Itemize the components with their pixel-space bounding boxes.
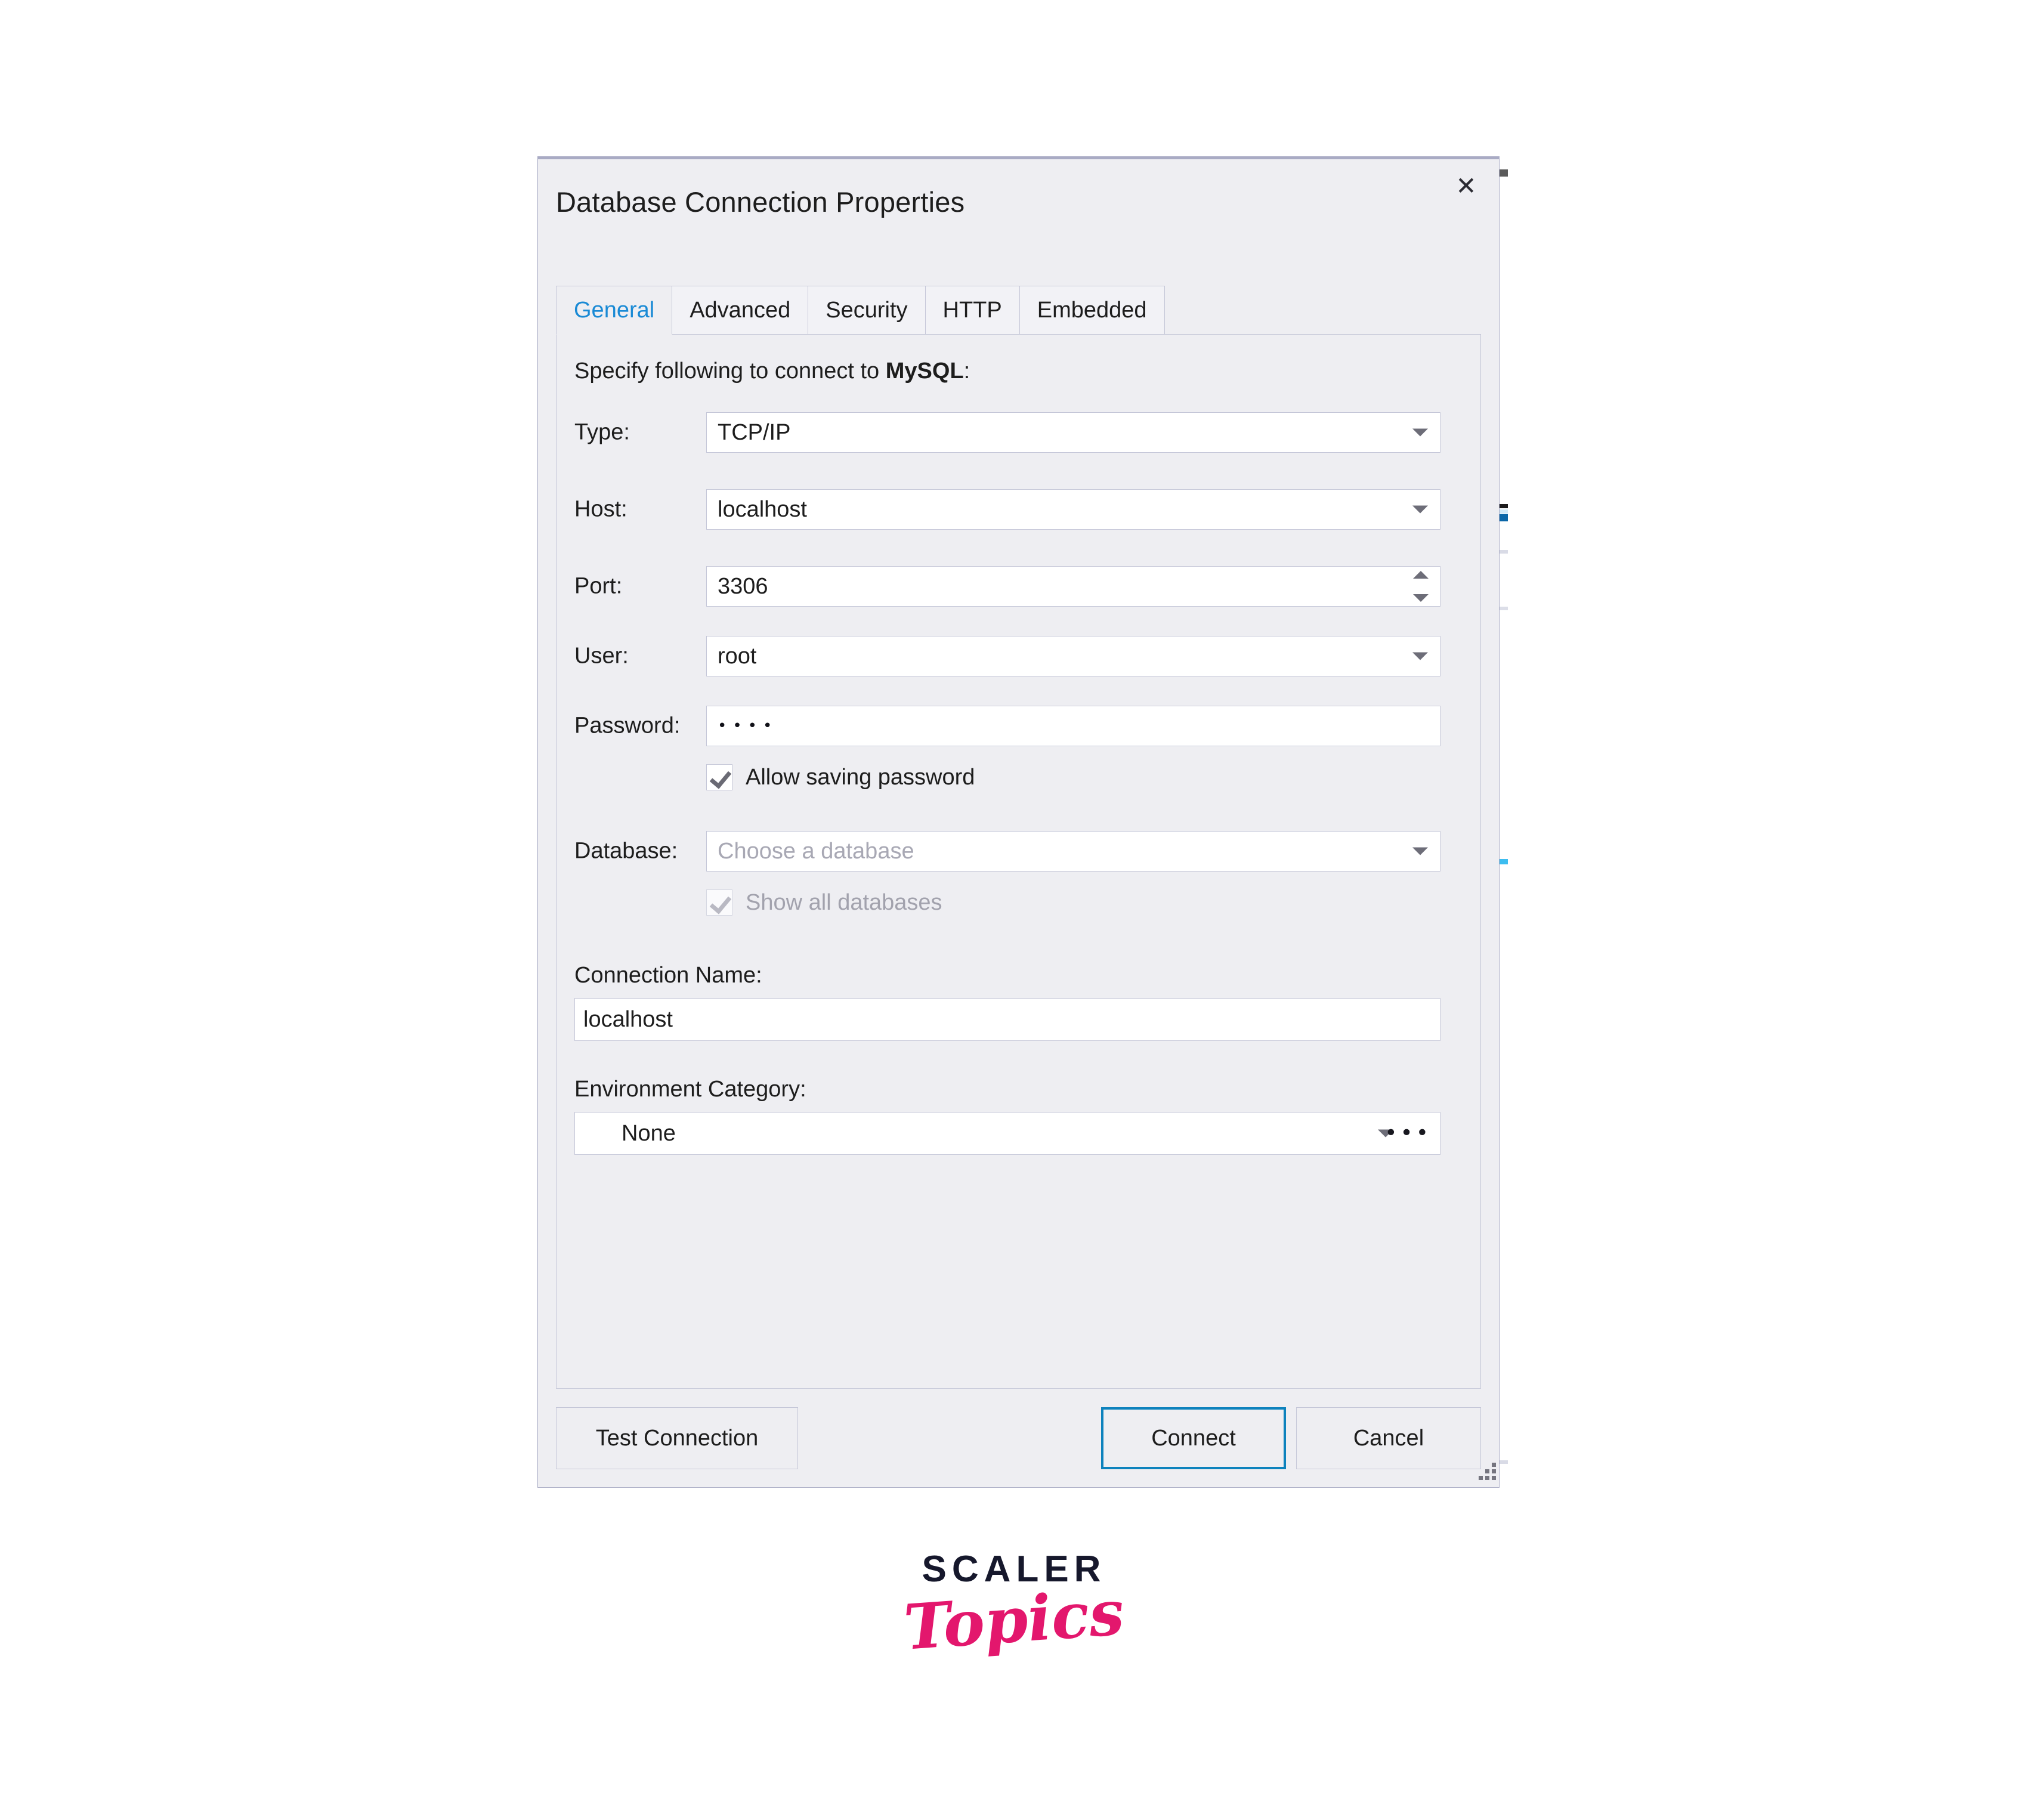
background-artifact [1498,859,1508,864]
database-combobox[interactable]: Choose a database [706,831,1440,872]
environment-category-label: Environment Category: [574,1077,806,1102]
database-row: Database: Choose a database [557,831,1480,872]
connection-name-label: Connection Name: [574,963,762,988]
port-stepper[interactable] [1412,571,1429,602]
dialog-footer: Test Connection Connect Cancel [538,1407,1499,1491]
environment-category-combobox[interactable]: None ••• [574,1112,1440,1155]
allow-saving-password-checkbox[interactable]: Allow saving password [706,764,975,790]
background-artifact [1498,550,1508,554]
password-label: Password: [574,713,681,738]
database-placeholder: Choose a database [718,838,914,864]
user-value: root [718,643,757,669]
tab-security[interactable]: Security [808,286,926,335]
host-row: Host: localhost [557,489,1480,530]
connect-instruction-suffix: : [963,359,970,384]
background-artifact [1498,1460,1508,1464]
user-combobox[interactable]: root [706,636,1440,676]
background-artifact [1498,504,1508,508]
tab-http[interactable]: HTTP [925,286,1020,335]
page-title: Database Connection Properties [556,186,965,218]
test-connection-button[interactable]: Test Connection [556,1407,798,1469]
show-all-databases-checkbox[interactable]: Show all databases [706,889,942,916]
type-combobox[interactable]: TCP/IP [706,412,1440,453]
check-icon [706,889,732,916]
general-tab-panel: Specify following to connect to MySQL: T… [556,334,1481,1389]
chevron-down-icon[interactable] [1412,428,1428,437]
connect-button[interactable]: Connect [1101,1407,1286,1469]
user-row: User: root [557,636,1480,676]
password-row: Password: •••• [557,706,1480,746]
resize-grip[interactable] [1474,1463,1496,1484]
chevron-up-icon[interactable] [1413,571,1429,579]
connect-instruction-dbms: MySQL [885,359,964,384]
tab-general[interactable]: General [556,286,673,335]
dialog-title-bar: Database Connection Properties ✕ [538,159,1499,238]
chevron-down-icon[interactable] [1413,594,1429,602]
tab-embedded[interactable]: Embedded [1019,286,1165,335]
environment-category-value: None [622,1120,676,1146]
password-value: •••• [718,717,778,735]
background-artifact [1498,169,1508,177]
chevron-down-icon[interactable] [1412,847,1428,855]
port-row: Port: 3306 [557,566,1480,607]
background-window-sliver [1498,156,1516,1488]
show-all-databases-label: Show all databases [746,889,942,915]
background-artifact [1498,607,1508,610]
port-spinner[interactable]: 3306 [706,566,1440,607]
background-artifact [1498,514,1508,521]
type-label: Type: [574,419,630,445]
connect-instruction-prefix: Specify following to connect to [574,359,886,384]
host-label: Host: [574,496,627,522]
more-options-icon[interactable]: ••• [1384,1123,1432,1144]
database-connection-properties-dialog: Database Connection Properties ✕ General… [537,156,1500,1488]
port-value: 3306 [718,573,768,599]
connect-instruction: Specify following to connect to MySQL: [574,359,970,384]
close-icon[interactable]: ✕ [1446,166,1486,206]
brand-sub-name: Topics [901,1575,1127,1664]
connection-name-input[interactable]: localhost [574,998,1440,1041]
type-value: TCP/IP [718,419,791,445]
chevron-down-icon[interactable] [1412,505,1428,514]
user-label: User: [574,643,629,669]
tab-list: General Advanced Security HTTP Embedded [556,286,1165,335]
cancel-button[interactable]: Cancel [1296,1407,1481,1469]
database-label: Database: [574,838,678,864]
background-artifact [1498,509,1508,514]
password-field[interactable]: •••• [706,706,1440,746]
scaler-topics-watermark: SCALER Topics [0,1548,2028,1664]
check-icon[interactable] [706,764,732,790]
type-row: Type: TCP/IP [557,412,1480,453]
connection-name-value: localhost [583,1006,673,1032]
host-combobox[interactable]: localhost [706,489,1440,530]
allow-saving-password-label: Allow saving password [746,764,975,790]
host-value: localhost [718,496,807,522]
tab-advanced[interactable]: Advanced [672,286,809,335]
chevron-down-icon[interactable] [1412,652,1428,660]
port-label: Port: [574,573,623,599]
